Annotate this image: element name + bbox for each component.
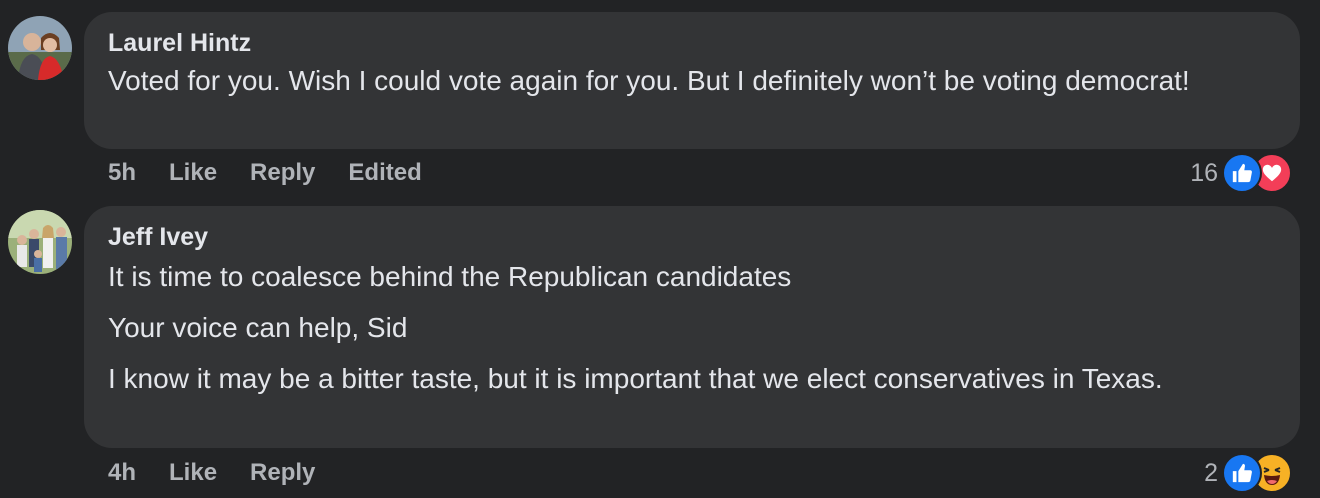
- comment-text: Your voice can help, Sid: [108, 312, 408, 343]
- edited-label[interactable]: Edited: [348, 159, 421, 187]
- like-button[interactable]: Like: [169, 459, 217, 487]
- comment-author[interactable]: Laurel Hintz: [108, 28, 1276, 58]
- comment-bubble: Laurel Hintz Voted for you. Wish I could…: [84, 12, 1300, 149]
- comment-text: Voted for you. Wish I could vote again f…: [108, 65, 1190, 96]
- comment-actions: 4h Like Reply: [108, 453, 348, 493]
- reaction-summary[interactable]: 16: [1190, 153, 1292, 193]
- avatar[interactable]: [8, 210, 72, 274]
- avatar[interactable]: [8, 16, 72, 80]
- comment-text: I know it may be a bitter taste, but it …: [108, 363, 1163, 394]
- like-icon: [1222, 453, 1262, 493]
- reaction-count: 2: [1204, 458, 1218, 487]
- comment-bubble: Jeff Ivey It is time to coalesce behind …: [84, 206, 1300, 448]
- comment-actions: 5h Like Reply Edited: [108, 153, 455, 193]
- reaction-count: 16: [1190, 158, 1218, 187]
- reaction-summary[interactable]: 2: [1204, 453, 1292, 493]
- comment-timestamp[interactable]: 4h: [108, 459, 136, 487]
- like-button[interactable]: Like: [169, 159, 217, 187]
- reply-button[interactable]: Reply: [250, 159, 315, 187]
- comment-text: It is time to coalesce behind the Republ…: [108, 261, 792, 292]
- comment-author[interactable]: Jeff Ivey: [108, 222, 1276, 252]
- like-icon: [1222, 153, 1262, 193]
- reply-button[interactable]: Reply: [250, 459, 315, 487]
- comment-timestamp[interactable]: 5h: [108, 159, 136, 187]
